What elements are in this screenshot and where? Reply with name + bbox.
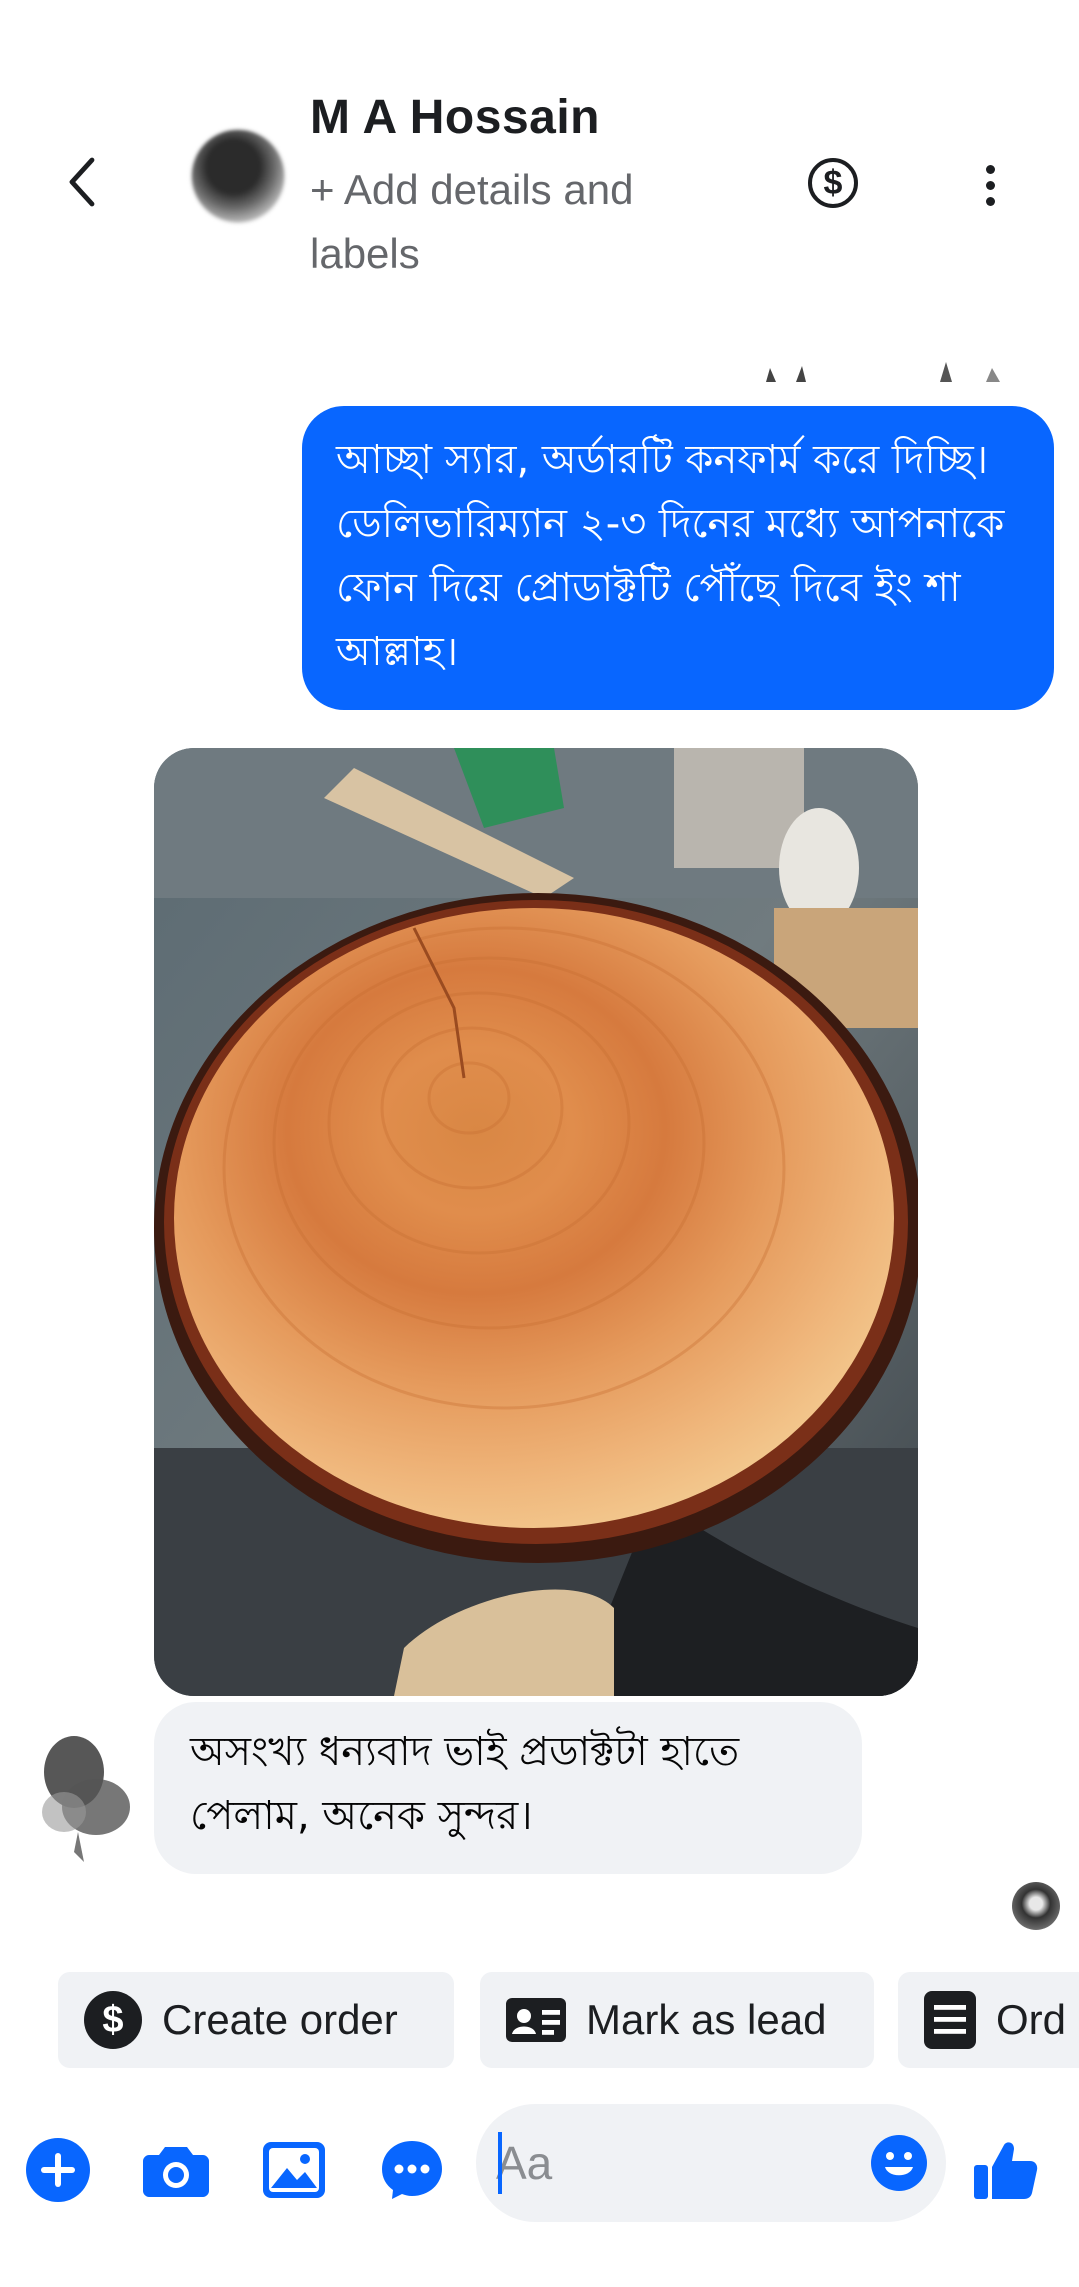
back-button[interactable] — [52, 150, 116, 214]
message-input[interactable] — [496, 2128, 826, 2198]
orders-button[interactable]: Ord — [898, 1972, 1079, 2068]
text-caret — [498, 2132, 502, 2194]
incoming-message-bubble[interactable]: অসংখ্য ধন্যবাদ ভাই প্রডাক্টটা হাতে পেলাম… — [154, 1702, 862, 1874]
camera-icon — [143, 2147, 209, 2197]
more-vertical-icon — [985, 164, 995, 174]
mark-as-lead-button[interactable]: Mark as lead — [480, 1972, 874, 2068]
outgoing-message-bubble[interactable]: আচ্ছা স্যার, অর্ডারটি কনফার্ম করে দিচ্ছি… — [302, 406, 1054, 710]
plus-icon — [26, 2138, 90, 2202]
dollar-circle-icon: $ — [84, 1991, 142, 2049]
messenger-chat-icon — [382, 2141, 442, 2199]
emoji-icon[interactable] — [870, 2134, 928, 2192]
camera-button[interactable] — [138, 2132, 214, 2208]
photo-wood-slice[interactable] — [154, 748, 918, 1696]
plus-button[interactable] — [20, 2132, 96, 2208]
chat-extensions-button[interactable] — [374, 2132, 450, 2208]
wood-slice-image — [154, 748, 918, 1696]
like-button[interactable] — [968, 2132, 1044, 2208]
create-order-button[interactable]: $ Create order — [58, 1972, 454, 2068]
contact-avatar[interactable] — [190, 128, 286, 224]
orders-label: Ord — [996, 1996, 1067, 2043]
message-input-field[interactable] — [476, 2104, 946, 2222]
image-icon — [263, 2142, 325, 2198]
payment-button[interactable]: $ — [808, 158, 858, 208]
contact-name[interactable]: M A Hossain — [310, 90, 600, 145]
thumbs-up-icon — [974, 2142, 1038, 2199]
clipped-message-edge — [766, 362, 1000, 382]
id-card-icon — [506, 1998, 566, 2042]
sender-avatar[interactable] — [34, 1722, 134, 1862]
mark-as-lead-label: Mark as lead — [586, 1996, 827, 2043]
gallery-button[interactable] — [256, 2132, 332, 2208]
add-details-link[interactable]: + Add details and labels — [310, 158, 710, 286]
list-document-icon — [924, 1991, 976, 2049]
create-order-label: Create order — [162, 1996, 398, 2043]
more-options-button[interactable] — [970, 150, 1010, 220]
chevron-left-icon — [69, 157, 95, 207]
read-receipt-avatar — [1012, 1882, 1060, 1930]
dollar-circle-icon: $ — [823, 163, 843, 202]
